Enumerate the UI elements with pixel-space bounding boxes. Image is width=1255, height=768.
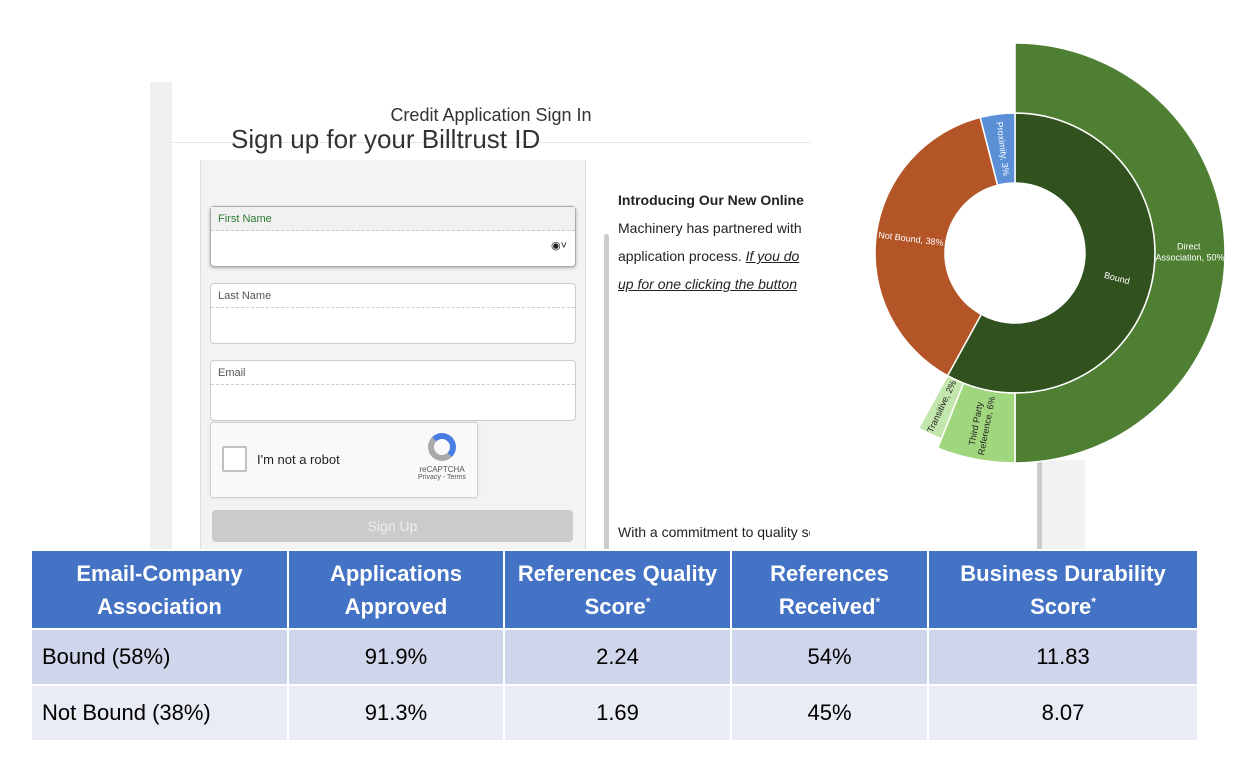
table-cell: 8.07 xyxy=(927,684,1199,742)
left-sidebar xyxy=(150,82,172,549)
table-cell: 11.83 xyxy=(927,628,1199,686)
table-row: Not Bound (38%) 91.3% 1.69 45% 8.07 xyxy=(30,684,1199,742)
sunburst-chart: BoundNot Bound, 38%Proximity, 3%Direct A… xyxy=(874,42,1226,464)
signup-form: Sign up for your Billtrust ID First Name… xyxy=(200,124,586,549)
email-label: Email xyxy=(211,361,575,385)
table-header: Email-Company Association Applications A… xyxy=(30,549,1199,630)
table-cell: 91.9% xyxy=(287,628,505,686)
results-table: Email-Company Association Applications A… xyxy=(30,549,1199,742)
last-name-field[interactable]: Last Name xyxy=(210,283,576,344)
header-cell: References Received* xyxy=(730,549,929,630)
header-cell: Business Durability Score* xyxy=(927,549,1199,630)
sign-in-screenshot: Credit Application Sign In Sign up for y… xyxy=(150,82,810,549)
recaptcha-links[interactable]: Privacy - Terms xyxy=(417,474,467,481)
person-circle-icon[interactable]: ◉˅ xyxy=(551,239,567,252)
intro-heading: Introducing Our New Online xyxy=(618,192,804,208)
last-name-label: Last Name xyxy=(211,284,575,308)
scrollbar[interactable] xyxy=(604,234,609,549)
recaptcha-icon xyxy=(428,433,456,461)
intro-link-2[interactable]: up for one clicking the button xyxy=(618,276,797,292)
first-name-label: First Name xyxy=(211,207,575,231)
table-cell: 2.24 xyxy=(503,628,732,686)
header-cell: References Quality Score* xyxy=(503,549,732,630)
recaptcha: I'm not a robot reCAPTCHA Privacy - Term… xyxy=(210,422,478,498)
form-heading: Sign up for your Billtrust ID xyxy=(231,124,541,154)
intro-text: Introducing Our New Online Machinery has… xyxy=(618,186,804,298)
captcha-checkbox[interactable] xyxy=(222,446,247,472)
intro-line-2: application process. xyxy=(618,248,746,264)
table-cell: 91.3% xyxy=(287,684,505,742)
table-cell: Not Bound (38%) xyxy=(30,684,289,742)
table-row: Bound (58%) 91.9% 2.24 54% 11.83 xyxy=(30,628,1199,686)
table-cell: 1.69 xyxy=(503,684,732,742)
header-cell: Email-Company Association xyxy=(30,549,289,630)
table-cell: 45% xyxy=(730,684,929,742)
captcha-label: I'm not a robot xyxy=(257,452,340,467)
intro-line-1: Machinery has partnered with xyxy=(618,220,802,236)
recaptcha-brand: reCAPTCHA xyxy=(419,465,465,474)
table-cell: 54% xyxy=(730,628,929,686)
right-column xyxy=(1037,460,1085,550)
recaptcha-logo: reCAPTCHA Privacy - Terms xyxy=(417,433,467,481)
email-field[interactable]: Email xyxy=(210,360,576,421)
sign-up-button[interactable]: Sign Up xyxy=(212,510,573,542)
first-name-field[interactable]: First Name ◉˅ xyxy=(210,206,576,267)
table-cell: Bound (58%) xyxy=(30,628,289,686)
commitment-text: With a commitment to quality service, co… xyxy=(618,524,810,540)
header-cell: Applications Approved xyxy=(287,549,505,630)
intro-link-1[interactable]: If you do xyxy=(746,248,800,264)
